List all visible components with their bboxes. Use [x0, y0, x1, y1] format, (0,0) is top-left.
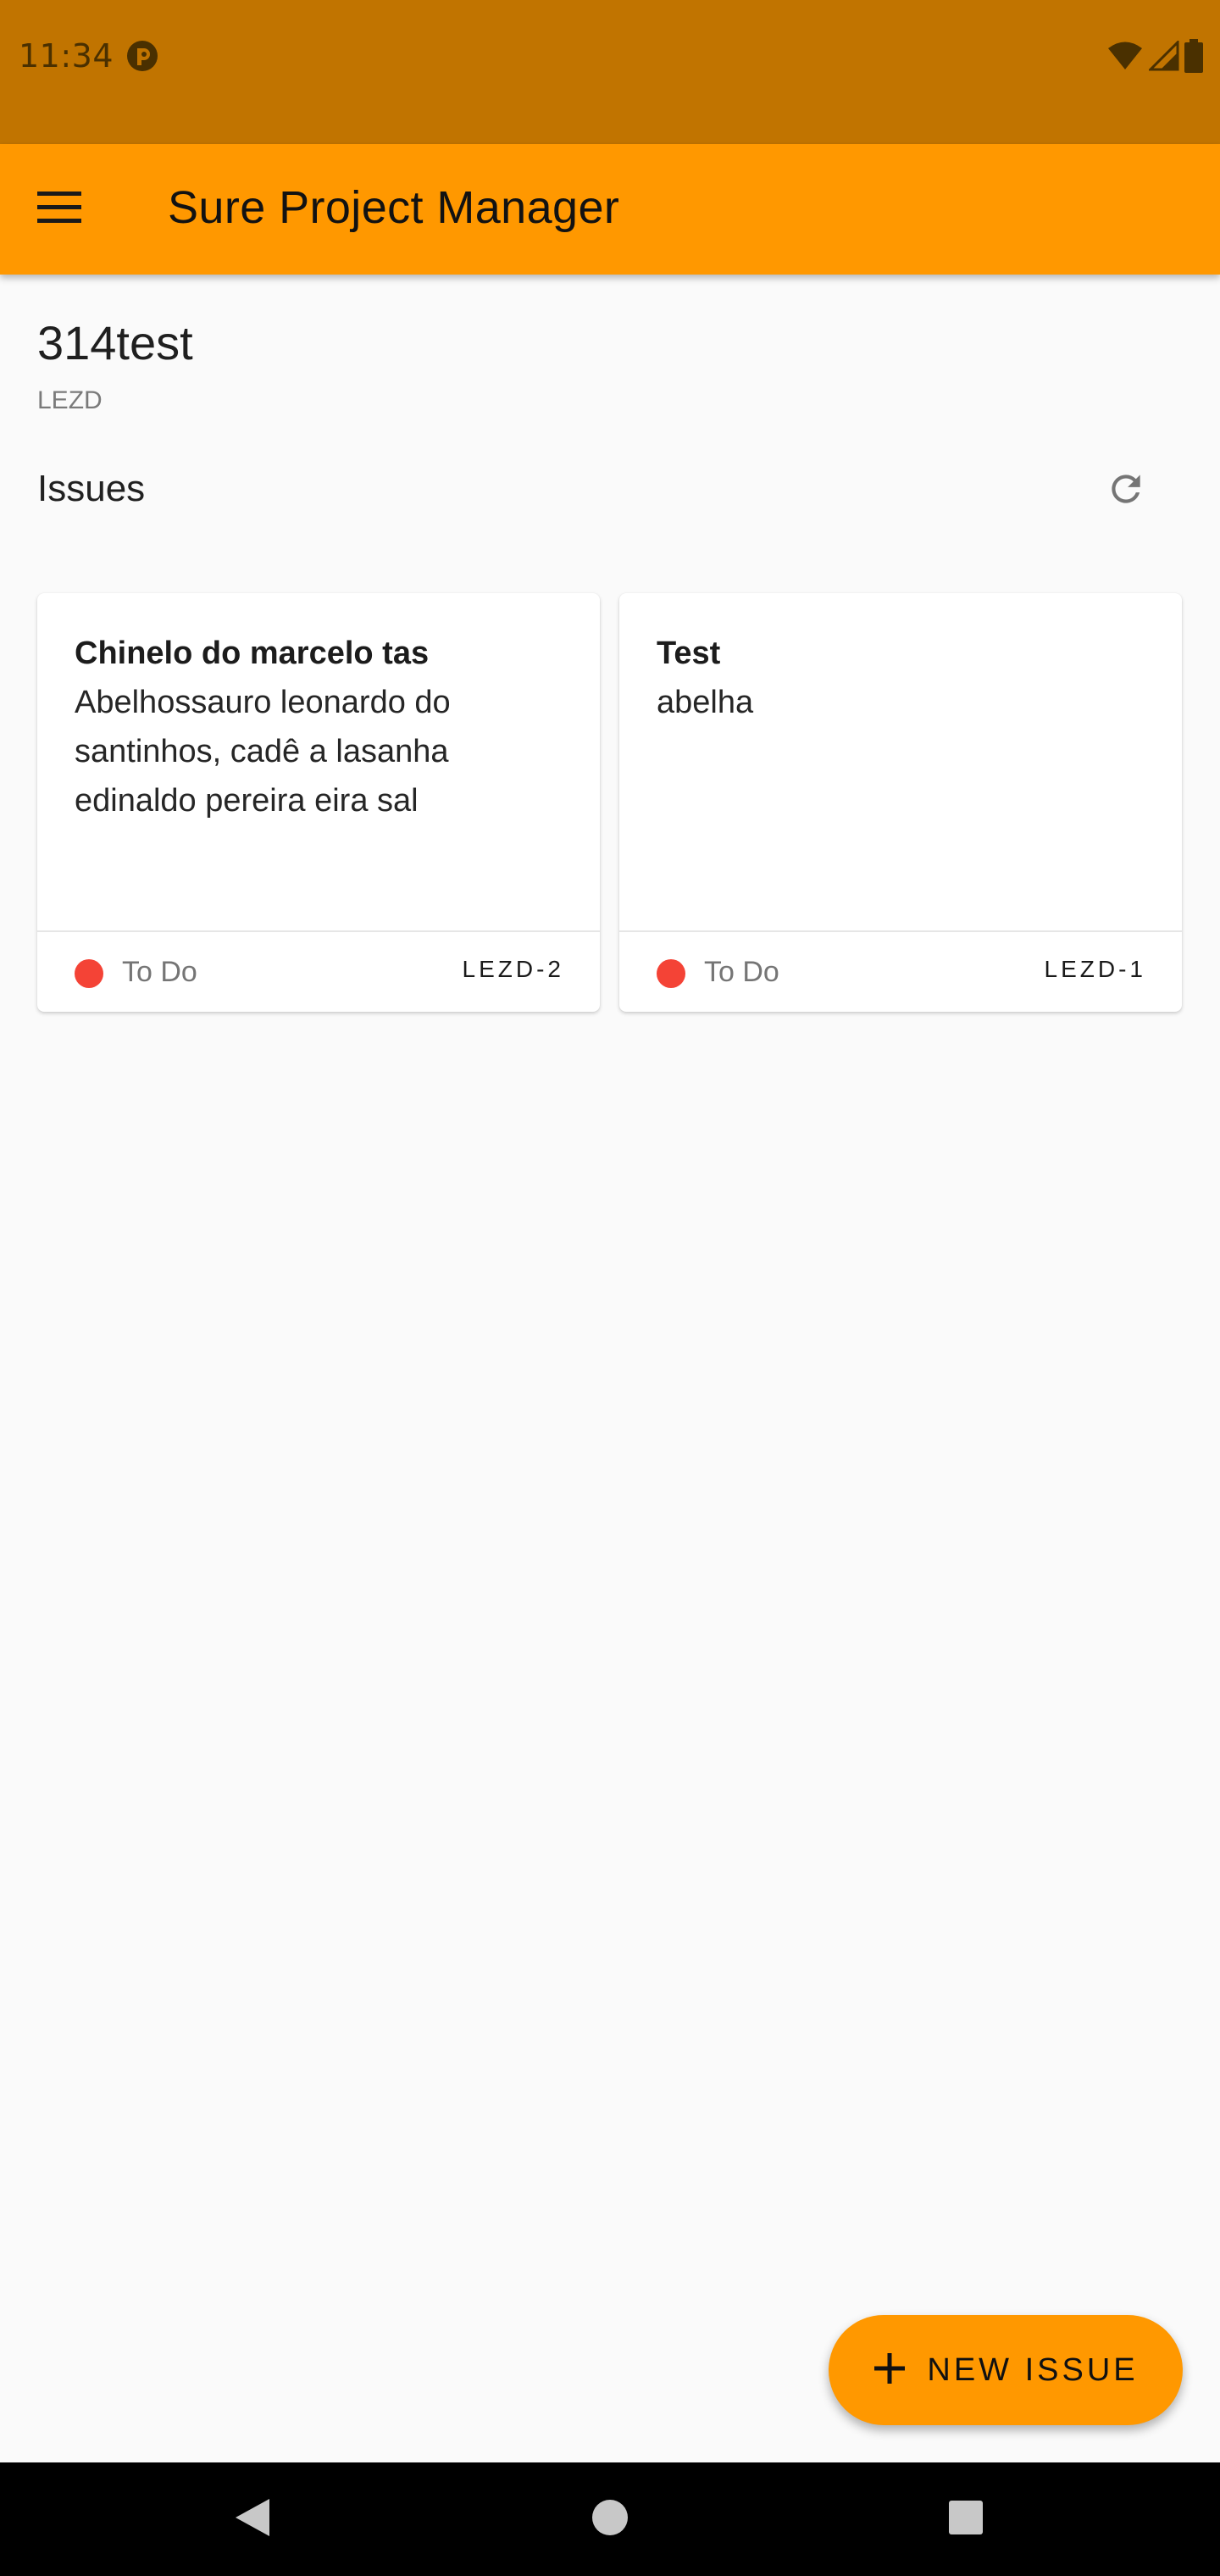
- back-button[interactable]: [227, 2494, 278, 2545]
- issue-card-body: Test abelha: [657, 629, 1151, 727]
- project-key: LEZD: [37, 386, 103, 414]
- app-notification-icon: [125, 39, 159, 73]
- back-icon: [234, 2497, 271, 2541]
- issue-card[interactable]: Chinelo do marcelo tas Abelhossauro leon…: [37, 593, 600, 1012]
- issue-key: LEZD-2: [462, 956, 564, 982]
- project-name: 314test: [37, 316, 193, 369]
- issues-section-title: Issues: [37, 468, 146, 509]
- refresh-button[interactable]: [1096, 461, 1156, 520]
- battery-icon: [1184, 39, 1203, 76]
- status-bar: 11:34: [0, 0, 1220, 144]
- new-issue-label: NEW ISSUE: [927, 2351, 1139, 2388]
- status-dot-icon: [75, 959, 103, 988]
- issue-key: LEZD-1: [1044, 956, 1146, 982]
- status-dot-icon: [657, 959, 685, 988]
- recents-icon: [949, 2501, 983, 2538]
- issue-card-footer: To Do LEZD-2: [37, 930, 600, 1012]
- issue-title: Test: [657, 636, 721, 671]
- issue-status: To Do: [704, 956, 779, 988]
- app-bar: Sure Project Manager: [0, 144, 1220, 275]
- wifi-icon: [1106, 41, 1144, 75]
- home-icon: [591, 2499, 629, 2540]
- issue-title: Chinelo do marcelo tas: [75, 636, 430, 671]
- refresh-icon: [1105, 468, 1147, 514]
- cellular-signal-icon: [1147, 39, 1179, 75]
- status-icons: [1106, 39, 1203, 76]
- app-title: Sure Project Manager: [168, 182, 620, 233]
- recents-button[interactable]: [940, 2494, 991, 2545]
- menu-button[interactable]: [25, 175, 93, 243]
- issue-description: abelha: [657, 685, 754, 720]
- issue-status: To Do: [122, 956, 197, 988]
- system-navigation-bar: [0, 2462, 1220, 2576]
- issue-card-footer: To Do LEZD-1: [619, 930, 1182, 1012]
- status-time: 11:34: [19, 37, 114, 75]
- issue-card-body: Chinelo do marcelo tas Abelhossauro leon…: [75, 629, 569, 825]
- issue-description: Abelhossauro leonardo do santinhos, cadê…: [75, 685, 451, 819]
- menu-icon: [37, 192, 81, 227]
- issue-card[interactable]: Test abelha To Do LEZD-1: [619, 593, 1182, 1012]
- home-button[interactable]: [585, 2494, 635, 2545]
- plus-icon: [873, 2351, 907, 2389]
- new-issue-button[interactable]: NEW ISSUE: [829, 2315, 1183, 2425]
